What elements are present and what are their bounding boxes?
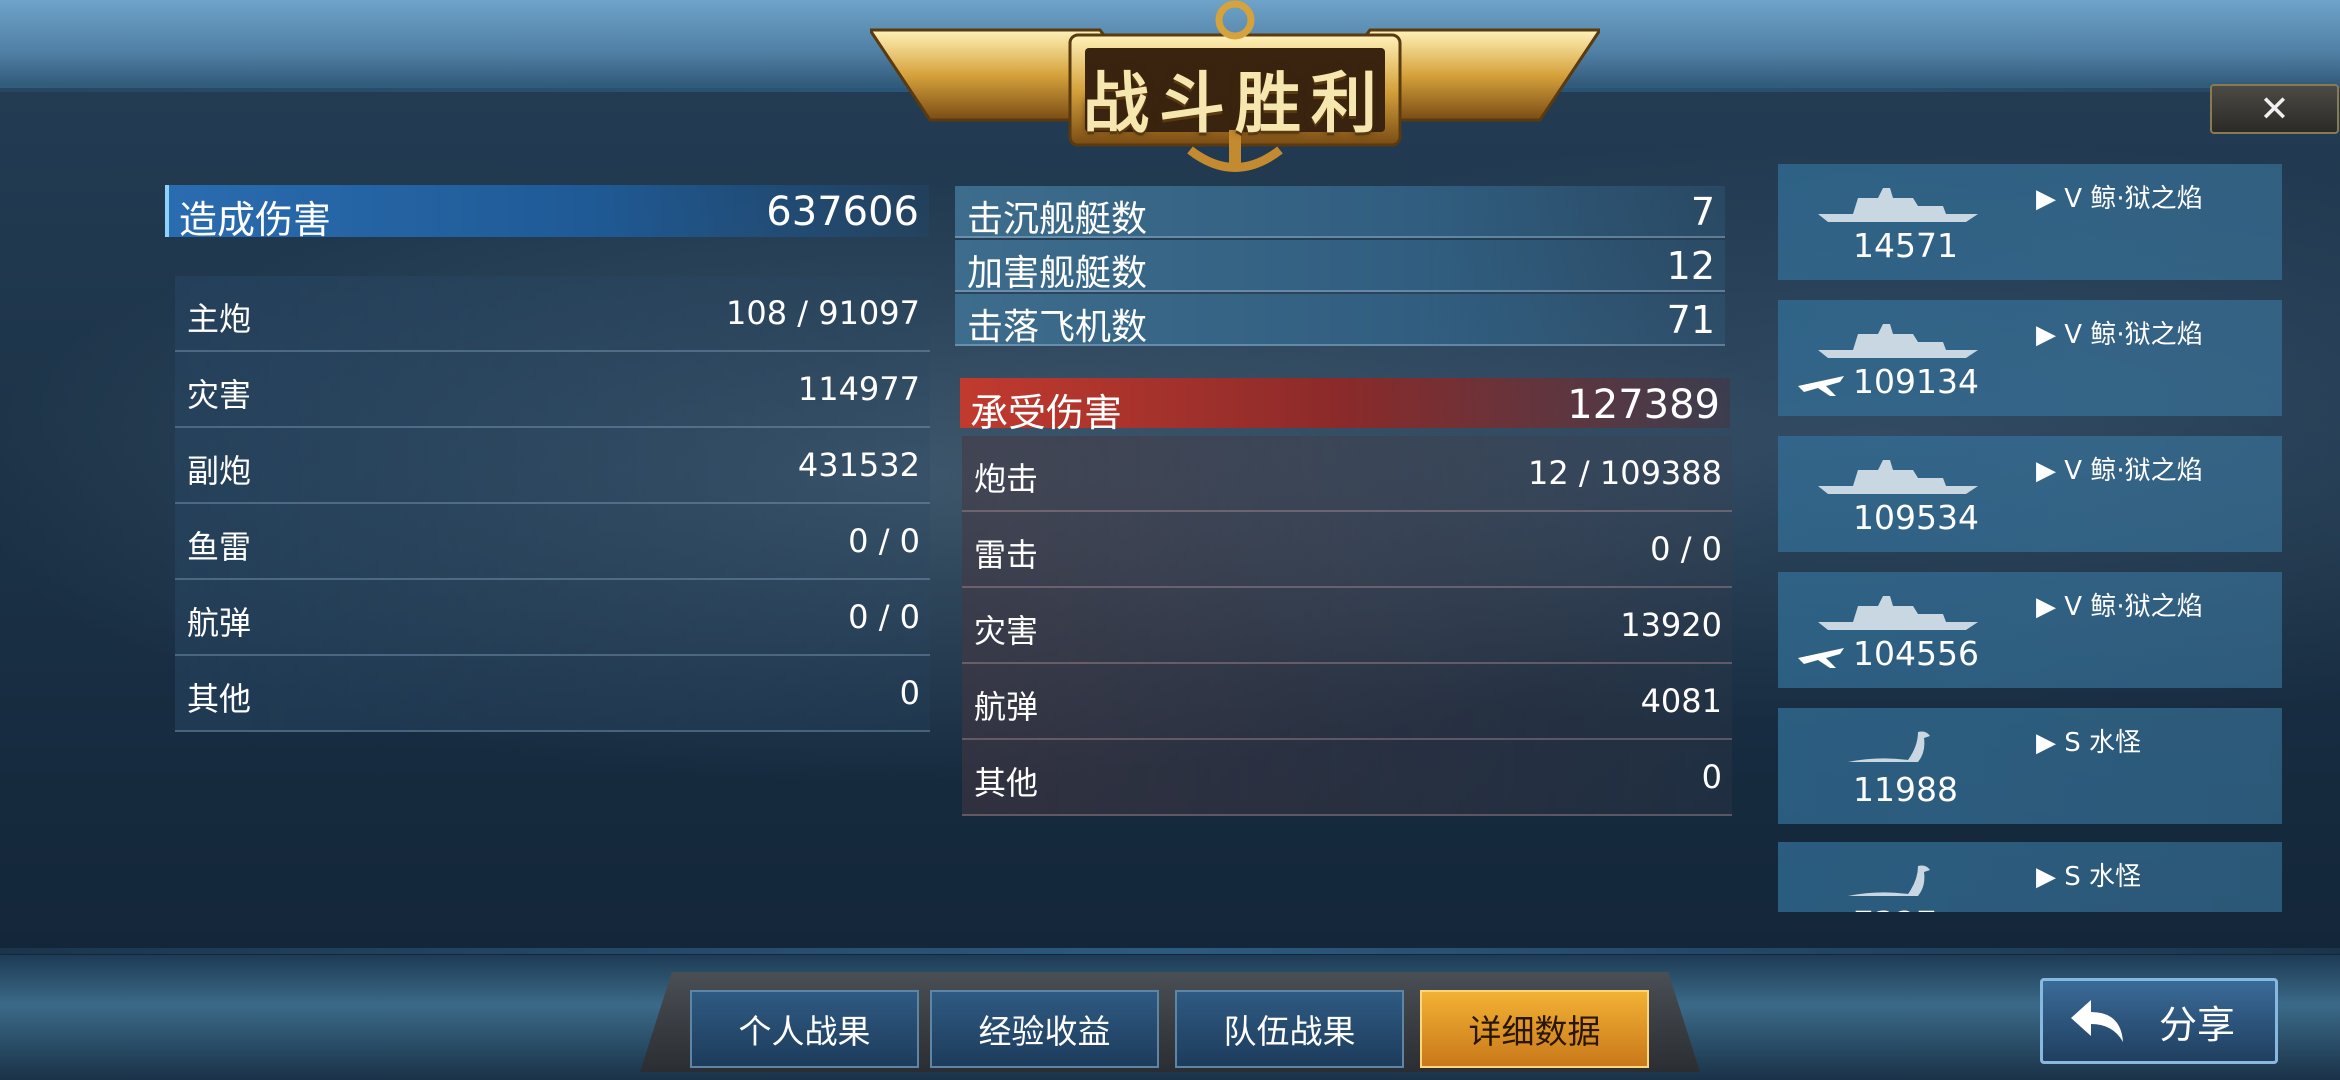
aircraft-icon <box>1798 648 1844 668</box>
stat-value: 12 <box>1666 244 1715 288</box>
ship-value: 7327 <box>1853 904 1937 912</box>
damaged-ships-row: 加害舰艇数 12 <box>955 240 1725 294</box>
ship-value: 104556 <box>1853 634 1979 673</box>
stat-value: 114977 <box>797 370 920 408</box>
stat-label: 其他 <box>974 764 1039 802</box>
share-arrow-icon <box>2071 1000 2123 1042</box>
ship-rank: ▶ S 水怪 <box>2036 862 2142 892</box>
stat-value: 0 / 0 <box>848 522 920 560</box>
ship-value: 14571 <box>1853 226 1958 265</box>
damage-dealt-value: 637606 <box>766 189 919 235</box>
received-row: 炮击 12 / 109388 <box>962 436 1732 512</box>
ship-rank: ▶ V 鲸·狱之焰 <box>2036 592 2203 622</box>
frame-bottom-border <box>0 948 2340 954</box>
ship-card[interactable]: 14571 ▶ V 鲸·狱之焰 <box>1778 164 2282 280</box>
battleship-icon <box>1818 188 1978 222</box>
ship-rank-text: V 鲸·狱之焰 <box>2064 456 2203 486</box>
battleship-icon <box>1818 596 1978 630</box>
ship-rank-text: V 鲸·狱之焰 <box>2064 592 2203 622</box>
planes-shot-row: 击落飞机数 71 <box>955 294 1725 348</box>
ship-rank-text: V 鲸·狱之焰 <box>2064 320 2203 350</box>
close-icon: ✕ <box>2259 88 2290 130</box>
stat-label: 副炮 <box>187 452 252 490</box>
tab-detailed-data[interactable]: 详细数据 <box>1420 990 1649 1068</box>
stat-label: 击沉舰艇数 <box>967 199 1148 240</box>
victory-banner: 战斗胜利 <box>870 0 1600 180</box>
stat-value: 108 / 91097 <box>726 294 920 332</box>
damage-dealt-label: 造成伤害 <box>179 198 332 242</box>
stat-value: 13920 <box>1620 606 1722 644</box>
tab-team-results[interactable]: 队伍战果 <box>1175 990 1404 1068</box>
sea-monster-icon <box>1848 865 1930 896</box>
close-button[interactable]: ✕ <box>2210 84 2339 134</box>
ship-value: 109134 <box>1853 362 1979 401</box>
received-row: 雷击 0 / 0 <box>962 512 1732 588</box>
stat-label: 雷击 <box>974 536 1039 574</box>
stat-label: 其他 <box>187 680 252 718</box>
ship-card[interactable]: 7327 ▶ S 水怪 <box>1778 842 2282 912</box>
ship-rank-text: S 水怪 <box>2064 862 2142 892</box>
ship-rank: ▶ V 鲸·狱之焰 <box>2036 320 2203 350</box>
stat-label: 航弹 <box>187 604 252 642</box>
stat-label: 灾害 <box>187 376 252 414</box>
stat-value: 4081 <box>1640 682 1722 720</box>
stat-label: 航弹 <box>974 688 1039 726</box>
sea-monster-icon <box>1848 731 1930 762</box>
ship-card[interactable]: 109534 ▶ V 鲸·狱之焰 <box>1778 436 2282 552</box>
stat-row: 航弹 0 / 0 <box>175 580 930 656</box>
sunk-ships-row: 击沉舰艇数 7 <box>955 186 1725 240</box>
stat-row: 灾害 114977 <box>175 352 930 428</box>
ship-rank: ▶ S 水怪 <box>2036 728 2142 758</box>
battleship-icon <box>1818 324 1978 358</box>
share-button[interactable]: 分享 <box>2040 978 2278 1064</box>
stat-value: 0 <box>1701 758 1722 796</box>
stat-value: 0 <box>899 674 920 712</box>
stat-label: 加害舰艇数 <box>967 253 1148 294</box>
stat-value: 71 <box>1666 298 1715 342</box>
stat-row: 主炮 108 / 91097 <box>175 276 930 352</box>
damage-received-header: 承受伤害 127389 <box>960 378 1730 435</box>
battleship-icon <box>1818 460 1978 494</box>
stat-label: 炮击 <box>974 460 1039 498</box>
ship-value: 11988 <box>1853 770 1958 809</box>
ship-card[interactable]: 11988 ▶ S 水怪 <box>1778 708 2282 824</box>
ship-card[interactable]: 104556 ▶ V 鲸·狱之焰 <box>1778 572 2282 688</box>
tab-personal-results[interactable]: 个人战果 <box>690 990 919 1068</box>
stat-label: 灾害 <box>974 612 1039 650</box>
damage-received-label: 承受伤害 <box>970 391 1123 435</box>
received-row: 其他 0 <box>962 740 1732 816</box>
ship-rank-text: V 鲸·狱之焰 <box>2064 184 2203 214</box>
stat-value: 12 / 109388 <box>1528 454 1722 492</box>
ship-rank-text: S 水怪 <box>2064 728 2142 758</box>
stat-value: 0 / 0 <box>848 598 920 636</box>
stat-label: 主炮 <box>187 300 252 338</box>
aircraft-icon <box>1798 376 1844 396</box>
stat-value: 0 / 0 <box>1650 530 1722 568</box>
tab-experience[interactable]: 经验收益 <box>930 990 1159 1068</box>
stat-label: 击落飞机数 <box>967 307 1148 348</box>
received-row: 航弹 4081 <box>962 664 1732 740</box>
share-label: 分享 <box>2159 1002 2236 1047</box>
ship-rank: ▶ V 鲸·狱之焰 <box>2036 456 2203 486</box>
damage-dealt-header: 造成伤害 637606 <box>165 185 929 242</box>
stat-row: 其他 0 <box>175 656 930 732</box>
ship-rank: ▶ V 鲸·狱之焰 <box>2036 184 2203 214</box>
page-title: 战斗胜利 <box>1083 65 1387 142</box>
stat-row: 鱼雷 0 / 0 <box>175 504 930 580</box>
stat-value: 7 <box>1690 190 1715 234</box>
stat-label: 鱼雷 <box>187 528 252 566</box>
ship-card[interactable]: 109134 ▶ V 鲸·狱之焰 <box>1778 300 2282 416</box>
ship-value: 109534 <box>1853 498 1979 537</box>
received-row: 灾害 13920 <box>962 588 1732 664</box>
damage-received-value: 127389 <box>1567 382 1720 428</box>
stat-row: 副炮 431532 <box>175 428 930 504</box>
stat-value: 431532 <box>797 446 920 484</box>
